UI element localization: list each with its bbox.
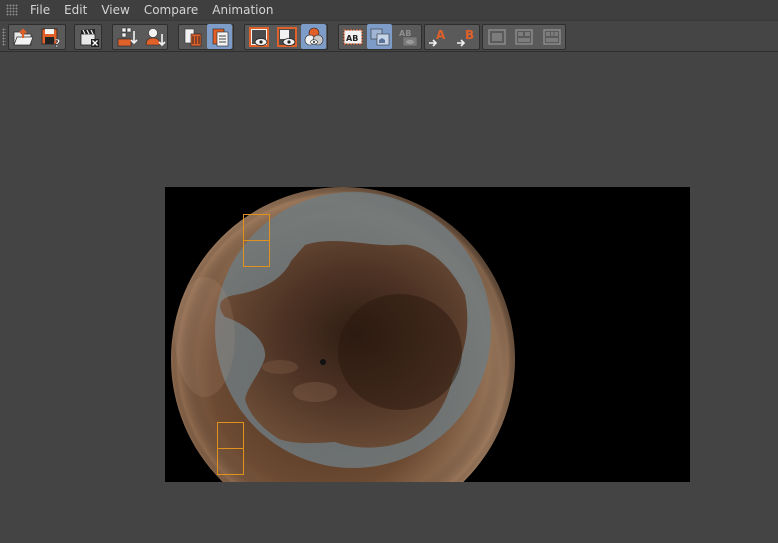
menu-edit[interactable]: Edit: [58, 0, 95, 20]
view-a-icon: [248, 26, 269, 47]
save-unknown-icon: ?: [41, 28, 60, 48]
menu-animation[interactable]: Animation: [206, 0, 281, 20]
open-folder-icon: [12, 27, 34, 45]
menu-grip-icon: [6, 4, 18, 16]
menu-view[interactable]: View: [95, 0, 137, 20]
set-b-icon: B: [456, 28, 474, 47]
set-b-button[interactable]: B: [453, 24, 478, 49]
svg-text:A: A: [436, 28, 446, 42]
layout-two-icon: [514, 28, 533, 45]
set-a-icon: A: [428, 28, 446, 47]
channels-button[interactable]: [301, 24, 326, 49]
document-list-icon: [212, 28, 228, 46]
svg-text:?: ?: [54, 37, 60, 48]
render-image-content: [165, 187, 690, 482]
export-grid-button[interactable]: [114, 24, 139, 49]
save-button[interactable]: ?: [38, 24, 63, 49]
svg-text:AB: AB: [399, 29, 411, 38]
layout-one-icon: [487, 28, 506, 45]
layout-three-icon: [542, 28, 561, 45]
open-button[interactable]: [10, 24, 35, 49]
view-b-icon: [276, 26, 297, 47]
view-a-button[interactable]: [246, 24, 271, 49]
menu-file[interactable]: File: [24, 0, 58, 20]
ab-side-by-side-icon: AB: [343, 29, 362, 44]
clapperboard-remove-icon: [80, 28, 99, 47]
user-down-icon: [145, 27, 166, 46]
ab-split-icon: AB: [399, 29, 417, 46]
svg-text:B: B: [465, 28, 474, 42]
delete-file-icon: [184, 28, 201, 46]
picture-viewer-window: File Edit View Compare Animation ? AB AB…: [0, 0, 778, 543]
delete-entry-button[interactable]: [180, 24, 205, 49]
view-b-button[interactable]: [274, 24, 299, 49]
toolbar: ? AB AB A B: [0, 20, 778, 52]
compare-ab-button[interactable]: AB: [340, 24, 365, 49]
ab-wipe-icon: [370, 28, 389, 45]
compare-split-button[interactable]: AB: [395, 24, 420, 49]
image-viewport[interactable]: [0, 52, 778, 543]
svg-text:AB: AB: [346, 34, 358, 43]
compare-wipe-button[interactable]: [367, 24, 392, 49]
channels-icon: [304, 27, 323, 45]
history-list-button[interactable]: [207, 24, 232, 49]
toolbar-grip-icon[interactable]: [2, 28, 6, 46]
layout-three-button[interactable]: [539, 24, 564, 49]
menubar: File Edit View Compare Animation: [0, 0, 778, 20]
layout-two-button[interactable]: [511, 24, 536, 49]
clear-clip-button[interactable]: [76, 24, 101, 49]
layout-one-button[interactable]: [484, 24, 509, 49]
menu-compare[interactable]: Compare: [138, 0, 206, 20]
set-a-button[interactable]: A: [425, 24, 450, 49]
render-image[interactable]: [165, 187, 690, 482]
grid-down-icon: [117, 27, 138, 46]
export-user-button[interactable]: [142, 24, 167, 49]
